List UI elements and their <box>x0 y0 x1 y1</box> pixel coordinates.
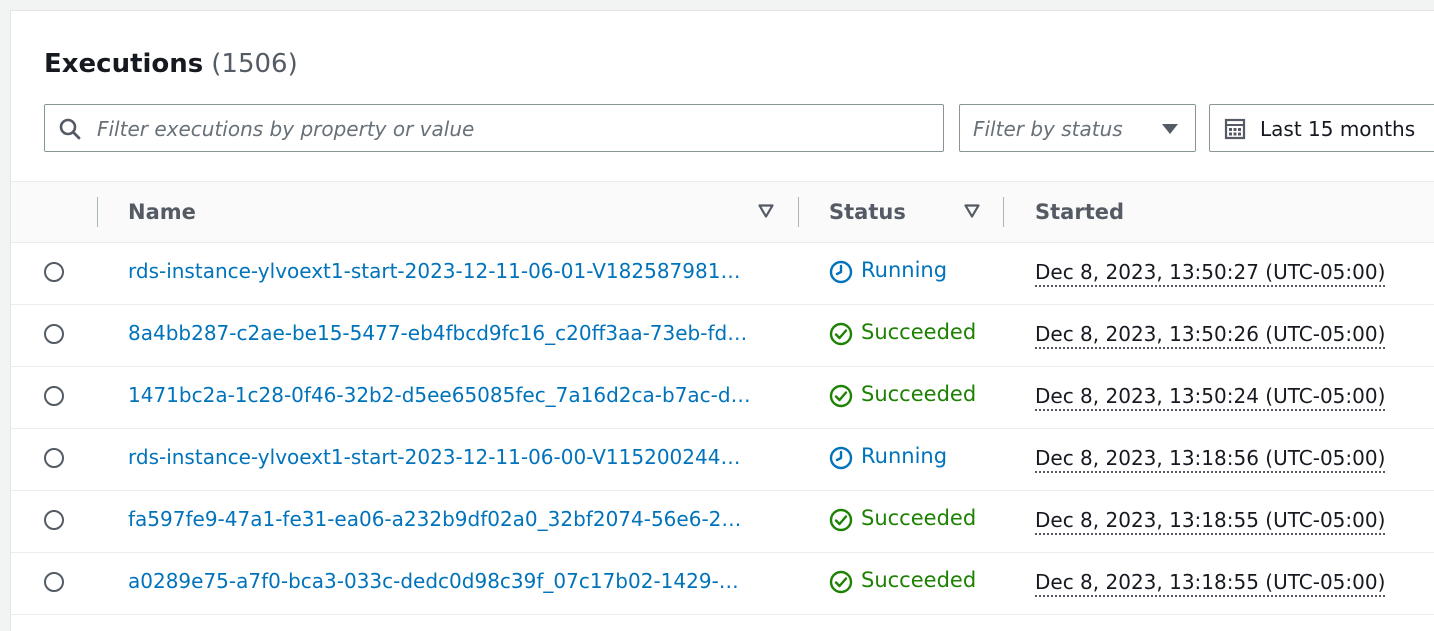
status-text: Running <box>861 444 948 468</box>
column-header-name[interactable]: Name <box>128 200 196 224</box>
started-timestamp[interactable]: Dec 8, 2023, 13:18:56 (UTC-05:00) <box>1035 445 1386 473</box>
filter-triangle-icon[interactable] <box>964 204 980 218</box>
search-input[interactable] <box>95 105 919 153</box>
check-circle-icon <box>829 570 853 594</box>
title-text: Executions <box>44 49 204 79</box>
row-select-radio[interactable] <box>44 386 64 406</box>
row-select-radio[interactable] <box>44 324 64 344</box>
date-range-filter[interactable]: Last 15 months <box>1209 104 1434 152</box>
status-text: Succeeded <box>861 382 977 406</box>
search-box[interactable] <box>44 104 944 153</box>
column-divider <box>97 197 98 227</box>
check-circle-icon <box>829 322 853 346</box>
filter-triangle-icon[interactable] <box>758 204 774 218</box>
check-circle-icon <box>829 508 853 532</box>
started-timestamp[interactable]: Dec 8, 2023, 13:50:24 (UTC-05:00) <box>1035 383 1386 411</box>
status-text: Succeeded <box>861 320 977 344</box>
table-row[interactable]: a0289e75-a7f0-bca3-033c-dedc0d98c39f_07c… <box>11 552 1434 615</box>
date-range-label: Last 15 months <box>1260 117 1416 141</box>
check-circle-icon <box>829 384 853 408</box>
status-filter-select[interactable]: Filter by status <box>959 104 1196 152</box>
row-select-radio[interactable] <box>44 262 64 282</box>
execution-name-link[interactable]: a0289e75-a7f0-bca3-033c-dedc0d98c39f_07c… <box>128 569 768 593</box>
table-header: Name Status Started <box>11 181 1434 243</box>
status-text: Succeeded <box>861 568 977 592</box>
execution-count: (1506) <box>211 49 298 79</box>
table-row[interactable]: rds-instance-ylvoext1-start-2023-12-11-0… <box>11 428 1434 491</box>
row-select-radio[interactable] <box>44 510 64 530</box>
clock-icon <box>829 446 853 470</box>
started-timestamp[interactable]: Dec 8, 2023, 13:18:55 (UTC-05:00) <box>1035 569 1386 597</box>
page-title: Executions (1506) <box>44 49 298 79</box>
started-timestamp[interactable]: Dec 8, 2023, 13:50:26 (UTC-05:00) <box>1035 321 1386 349</box>
table-row[interactable]: rds-instance-ylvoext1-start-2023-12-11-0… <box>11 242 1434 305</box>
started-timestamp[interactable]: Dec 8, 2023, 13:50:27 (UTC-05:00) <box>1035 259 1386 287</box>
table-row[interactable]: 8a4bb287-c2ae-be15-5477-eb4fbcd9fc16_c20… <box>11 304 1434 367</box>
calendar-icon <box>1224 118 1246 140</box>
status-filter-label: Filter by status <box>973 117 1123 141</box>
caret-down-icon <box>1162 124 1178 134</box>
column-divider[interactable] <box>798 197 799 227</box>
execution-name-link[interactable]: fa597fe9-47a1-fe31-ea06-a232b9df02a0_32b… <box>128 507 768 531</box>
started-timestamp[interactable]: Dec 8, 2023, 13:18:55 (UTC-05:00) <box>1035 507 1386 535</box>
execution-name-link[interactable]: 8a4bb287-c2ae-be15-5477-eb4fbcd9fc16_c20… <box>128 321 768 345</box>
execution-name-link[interactable]: 1471bc2a-1c28-0f46-32b2-d5ee65085fec_7a1… <box>128 383 768 407</box>
status-text: Succeeded <box>861 506 977 530</box>
column-header-started[interactable]: Started <box>1035 200 1124 224</box>
search-icon <box>59 118 81 140</box>
row-select-radio[interactable] <box>44 572 64 592</box>
execution-name-link[interactable]: rds-instance-ylvoext1-start-2023-12-11-0… <box>128 259 768 283</box>
column-divider[interactable] <box>1003 197 1004 227</box>
clock-icon <box>829 260 853 284</box>
row-select-radio[interactable] <box>44 448 64 468</box>
executions-panel: Executions(1506) Filter by status Last 1… <box>10 10 1434 631</box>
table-row[interactable]: fa597fe9-47a1-fe31-ea06-a232b9df02a0_32b… <box>11 490 1434 553</box>
column-header-status[interactable]: Status <box>829 200 906 224</box>
status-text: Running <box>861 258 948 282</box>
table-row[interactable]: 1471bc2a-1c28-0f46-32b2-d5ee65085fec_7a1… <box>11 366 1434 429</box>
execution-name-link[interactable]: rds-instance-ylvoext1-start-2023-12-11-0… <box>128 445 768 469</box>
